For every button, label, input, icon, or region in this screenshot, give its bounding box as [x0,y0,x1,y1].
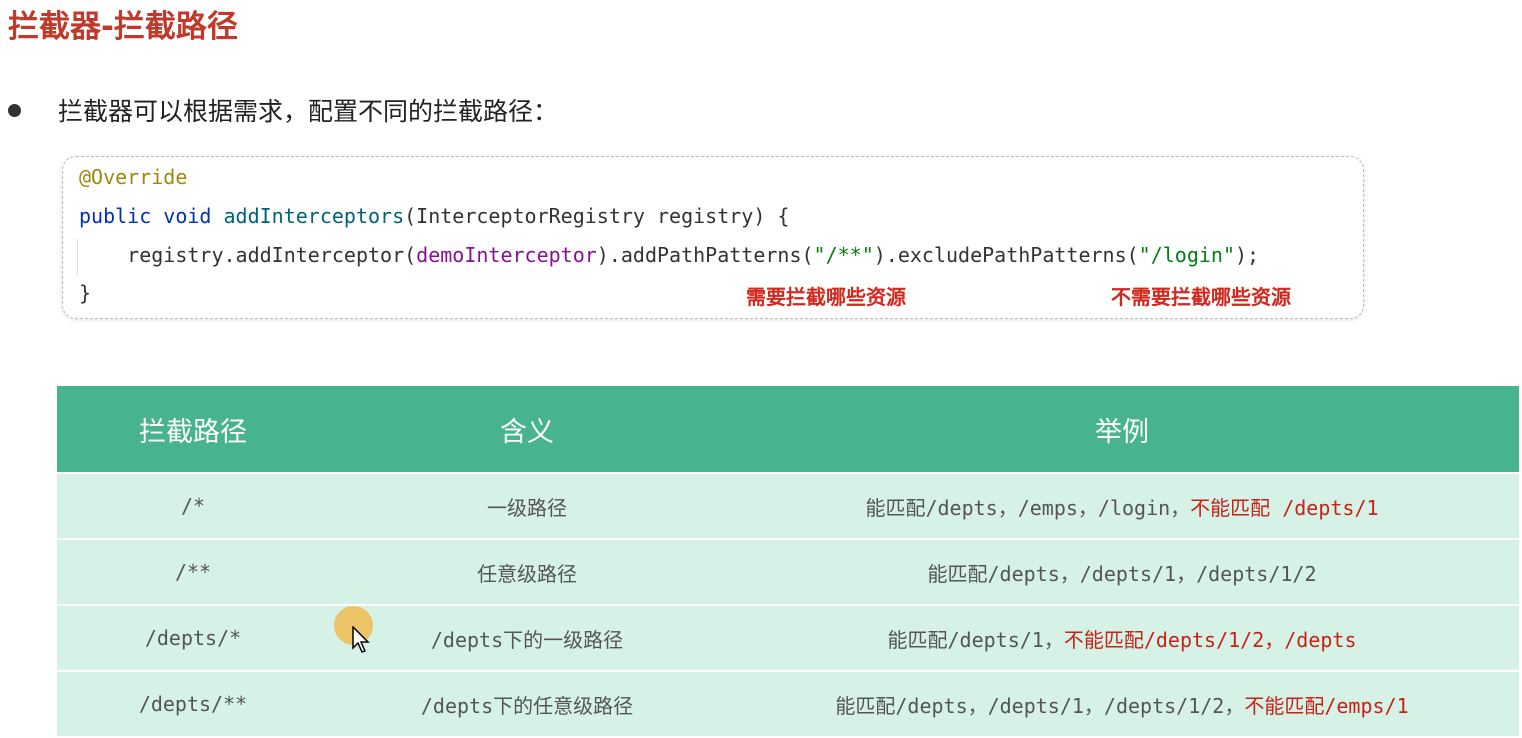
code-field: demoInterceptor [416,243,597,267]
example-nomatch: 不能匹配/emps/1 [1244,693,1409,718]
cell-path: /* [57,472,329,539]
code-annotation: @Override [79,165,188,189]
cell-meaning: /depts下的一级路径 [329,604,725,671]
example-nomatch: 不能匹配 /depts/1 [1190,495,1379,520]
cell-path: /** [57,538,329,605]
example-match: 能匹配/depts，/depts/1，/depts/1/2， [835,693,1245,718]
code-body-middle2: ).excludePathPatterns( [873,243,1139,267]
code-body-middle: ).addPathPatterns( [596,243,814,267]
cell-meaning: 任意级路径 [329,538,725,605]
cell-example: 能匹配/depts，/emps，/login，不能匹配 /depts/1 [725,472,1519,539]
code-body-prefix: registry.addInterceptor( [79,243,417,267]
cell-meaning: /depts下的任意级路径 [329,670,725,736]
cell-example: 能匹配/depts，/depts/1，/depts/1/2，不能匹配/emps/… [725,670,1519,736]
code-body-line: registry.addInterceptor(demoInterceptor)… [79,243,1259,267]
code-close-brace: } [79,281,92,305]
code-body-suffix: ); [1234,243,1260,267]
code-signature: public void addInterceptors(InterceptorR… [79,204,789,228]
note-include: 需要拦截哪些资源 [746,285,906,309]
table-row: /** 任意级路径 能匹配/depts，/depts/1，/depts/1/2 [57,538,1519,605]
cell-meaning: 一级路径 [329,472,725,539]
table-header-row: 拦截路径 含义 举例 [57,386,1519,473]
mouse-pointer-icon [352,626,370,653]
bullet-dot-icon [8,103,21,117]
code-string-include: "/**" [813,243,874,267]
header-path: 拦截路径 [57,386,329,473]
header-meaning: 含义 [329,386,725,473]
page-title: 拦截器-拦截路径 [8,9,238,45]
code-block: @Override public void addInterceptors(In… [62,156,1364,319]
table-row: /depts/** /depts下的任意级路径 能匹配/depts，/depts… [57,670,1519,736]
bullet-point: 拦截器可以根据需求，配置不同的拦截路径： [8,92,558,128]
code-method-name: addInterceptors [223,204,405,228]
header-example: 举例 [725,386,1519,473]
code-keyword-public: public [79,204,152,228]
example-match: 能匹配/depts，/emps，/login， [865,495,1191,520]
table-row: /depts/* /depts下的一级路径 能匹配/depts/1，不能匹配/d… [57,604,1519,671]
bullet-text: 拦截器可以根据需求，配置不同的拦截路径： [58,97,559,126]
cell-path: /depts/** [57,670,329,736]
code-string-exclude: "/login" [1138,243,1235,267]
example-nomatch: 不能匹配/depts/1/2，/depts [1063,627,1357,652]
note-exclude: 不需要拦截哪些资源 [1111,285,1291,309]
indent-guide [77,239,78,275]
cell-example: 能匹配/depts，/depts/1，/depts/1/2 [725,538,1519,605]
table-row: /* 一级路径 能匹配/depts，/emps，/login，不能匹配 /dep… [57,472,1519,539]
example-match: 能匹配/depts/1， [887,627,1064,652]
example-match: 能匹配/depts，/depts/1，/depts/1/2 [927,561,1317,586]
code-params: (InterceptorRegistry registry) { [404,204,790,228]
path-pattern-table: 拦截路径 含义 举例 /* 一级路径 能匹配/depts，/emps，/logi… [57,386,1519,736]
code-keyword-void: void [163,204,212,228]
cell-path: /depts/* [57,604,329,671]
cell-example: 能匹配/depts/1，不能匹配/depts/1/2，/depts [725,604,1519,671]
